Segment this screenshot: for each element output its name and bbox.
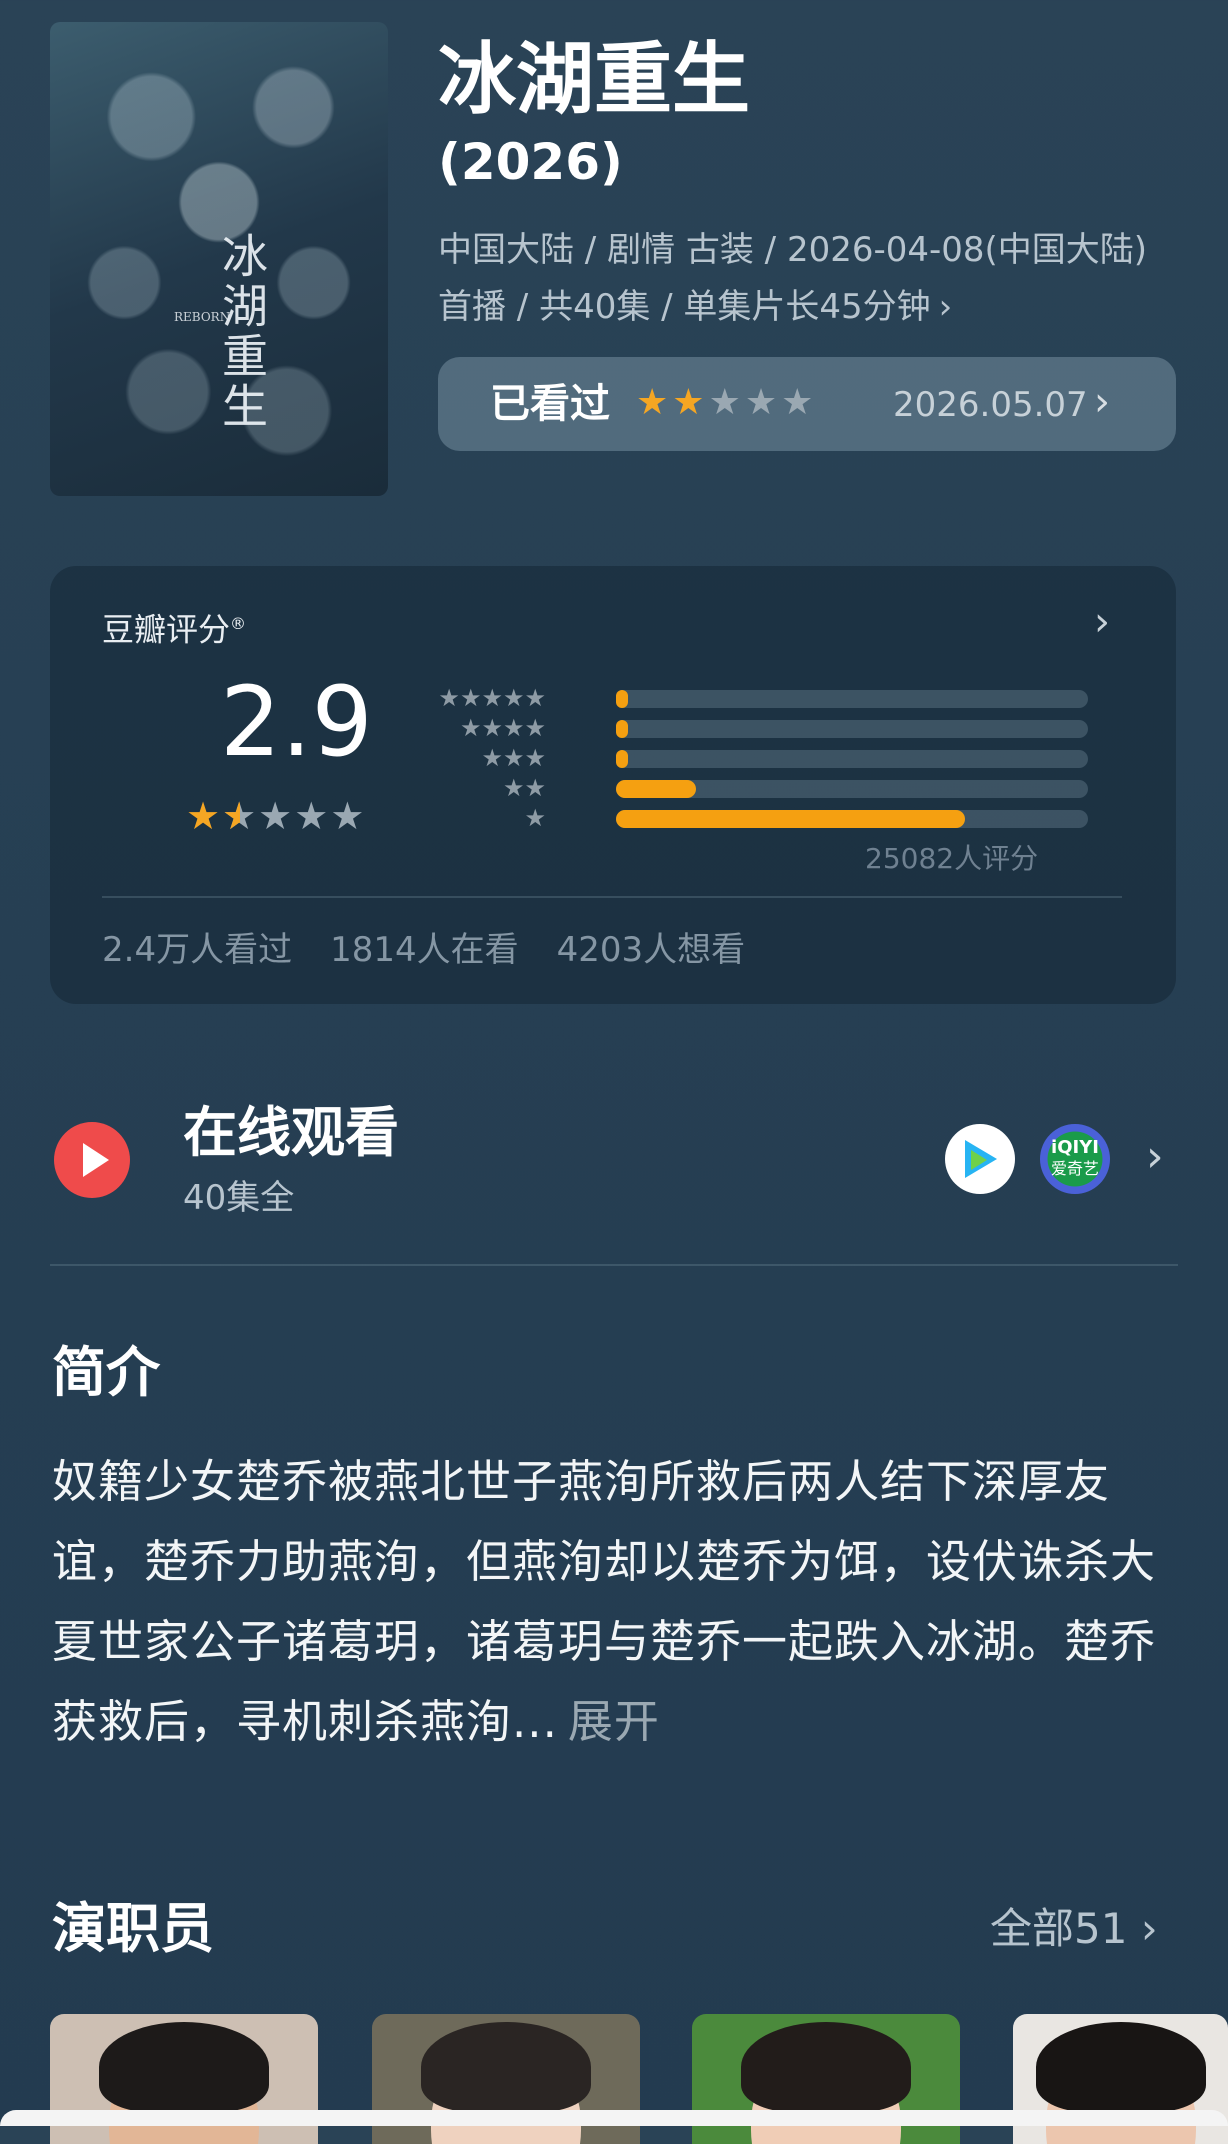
intro-text[interactable]: 奴籍少女楚乔被燕北世子燕洵所救后两人结下深厚友谊，楚乔力助燕洵，但燕洵却以楚乔为… [52, 1442, 1180, 1762]
expand-link[interactable]: 展开 [568, 1695, 660, 1748]
watch-online-title[interactable]: 在线观看 [183, 1100, 399, 1166]
star-half-icon: ★ [222, 794, 258, 838]
cast-heading: 演职员 [52, 1897, 214, 1960]
dist-stars-label: ★★ [502, 774, 546, 802]
star-empty-icon: ★ [744, 382, 782, 423]
watching-count[interactable]: 1814人在看 [330, 930, 519, 970]
star-empty-icon: ★ [258, 794, 295, 838]
rating-dist-row-3: ★★★ [430, 744, 1090, 772]
dist-stars-label: ★★★★★ [438, 684, 546, 712]
chevron-right-icon: › [1094, 379, 1110, 425]
watched-status: 已看过 [490, 381, 610, 427]
intro-heading: 简介 [52, 1341, 160, 1404]
watched-date: 2026.05.07 [893, 385, 1088, 425]
bottom-sheet-edge [0, 2110, 1228, 2126]
dist-bar-track [616, 750, 1088, 768]
dist-stars-label: ★ [524, 804, 546, 832]
play-icon[interactable] [54, 1122, 130, 1198]
want-count[interactable]: 4203人想看 [557, 930, 746, 970]
star-filled-icon: ★ [186, 794, 223, 838]
watched-count[interactable]: 2.4万人看过 [102, 930, 292, 970]
star-empty-icon: ★ [708, 382, 745, 423]
dist-bar-track [616, 720, 1088, 738]
poster-subtitle: REBORN [174, 310, 231, 324]
score-stars: ★★ ★★★ [186, 794, 366, 838]
poster-image[interactable]: 冰湖重生 REBORN [50, 22, 388, 496]
dist-bar-track [616, 690, 1088, 708]
dist-bar-fill [616, 720, 628, 738]
watch-stats: 2.4万人看过 1814人在看 4203人想看 [102, 928, 783, 972]
star-filled-icon: ★ [636, 382, 673, 423]
chevron-right-icon[interactable]: › [1094, 600, 1110, 644]
chevron-right-icon: › [1140, 1904, 1158, 1953]
poster-title: 冰湖重生 [215, 232, 269, 432]
dist-bar-track [616, 780, 1088, 798]
star-filled-icon: ★ [672, 382, 709, 423]
rating-dist-row-1: ★ [430, 804, 1090, 832]
divider [102, 896, 1122, 898]
dist-bar-fill [616, 780, 697, 798]
star-empty-icon: ★ [330, 794, 367, 838]
douban-rating-label: 豆瓣评分® [102, 610, 247, 649]
dist-stars-label: ★★★★ [459, 714, 546, 742]
rating-count: 25082人评分 [865, 842, 1039, 875]
my-rating-stars: ★★★★★ [636, 381, 817, 425]
release-year: (2026) [438, 133, 623, 191]
star-empty-icon: ★ [294, 794, 331, 838]
chevron-right-icon[interactable]: › [1146, 1132, 1164, 1182]
iqiyi-logo-subtext: 爱奇艺 [1050, 1159, 1099, 1178]
divider [50, 1264, 1178, 1266]
dist-bar-track [616, 810, 1088, 828]
rating-dist-row-2: ★★ [430, 774, 1090, 802]
my-rating-button[interactable]: 已看过 ★★★★★ 2026.05.07 › [438, 357, 1176, 451]
meta-info[interactable]: 中国大陆 / 剧情 古装 / 2026-04-08(中国大陆)首播 / 共40集… [438, 222, 1178, 336]
meta-text: 中国大陆 / 剧情 古装 / 2026-04-08(中国大陆)首播 / 共40集… [438, 230, 1148, 327]
dist-stars-label: ★★★ [481, 744, 546, 772]
dist-bar-fill [616, 690, 628, 708]
tencent-video-icon[interactable] [945, 1124, 1015, 1194]
iqiyi-logo-text: iQIYI [1051, 1137, 1099, 1158]
rating-dist-row-4: ★★★★ [430, 714, 1090, 742]
iqiyi-icon[interactable]: iQIYI 爱奇艺 [1040, 1124, 1110, 1194]
chevron-right-icon: › [938, 287, 953, 327]
episode-count: 40集全 [183, 1178, 295, 1218]
star-empty-icon: ★ [781, 382, 818, 423]
douban-rating-card[interactable]: 豆瓣评分® › 2.9 ★★★★★ ★★★★★ ★★★★ ★★★ ★★ ★ 25… [50, 566, 1176, 1004]
dist-bar-fill [616, 810, 966, 828]
cast-view-all[interactable]: 全部51 › [990, 1902, 1158, 1956]
douban-score: 2.9 [220, 666, 373, 778]
rating-dist-row-5: ★★★★★ [430, 684, 1090, 712]
dist-bar-fill [616, 750, 628, 768]
page-title: 冰湖重生 [438, 35, 751, 125]
